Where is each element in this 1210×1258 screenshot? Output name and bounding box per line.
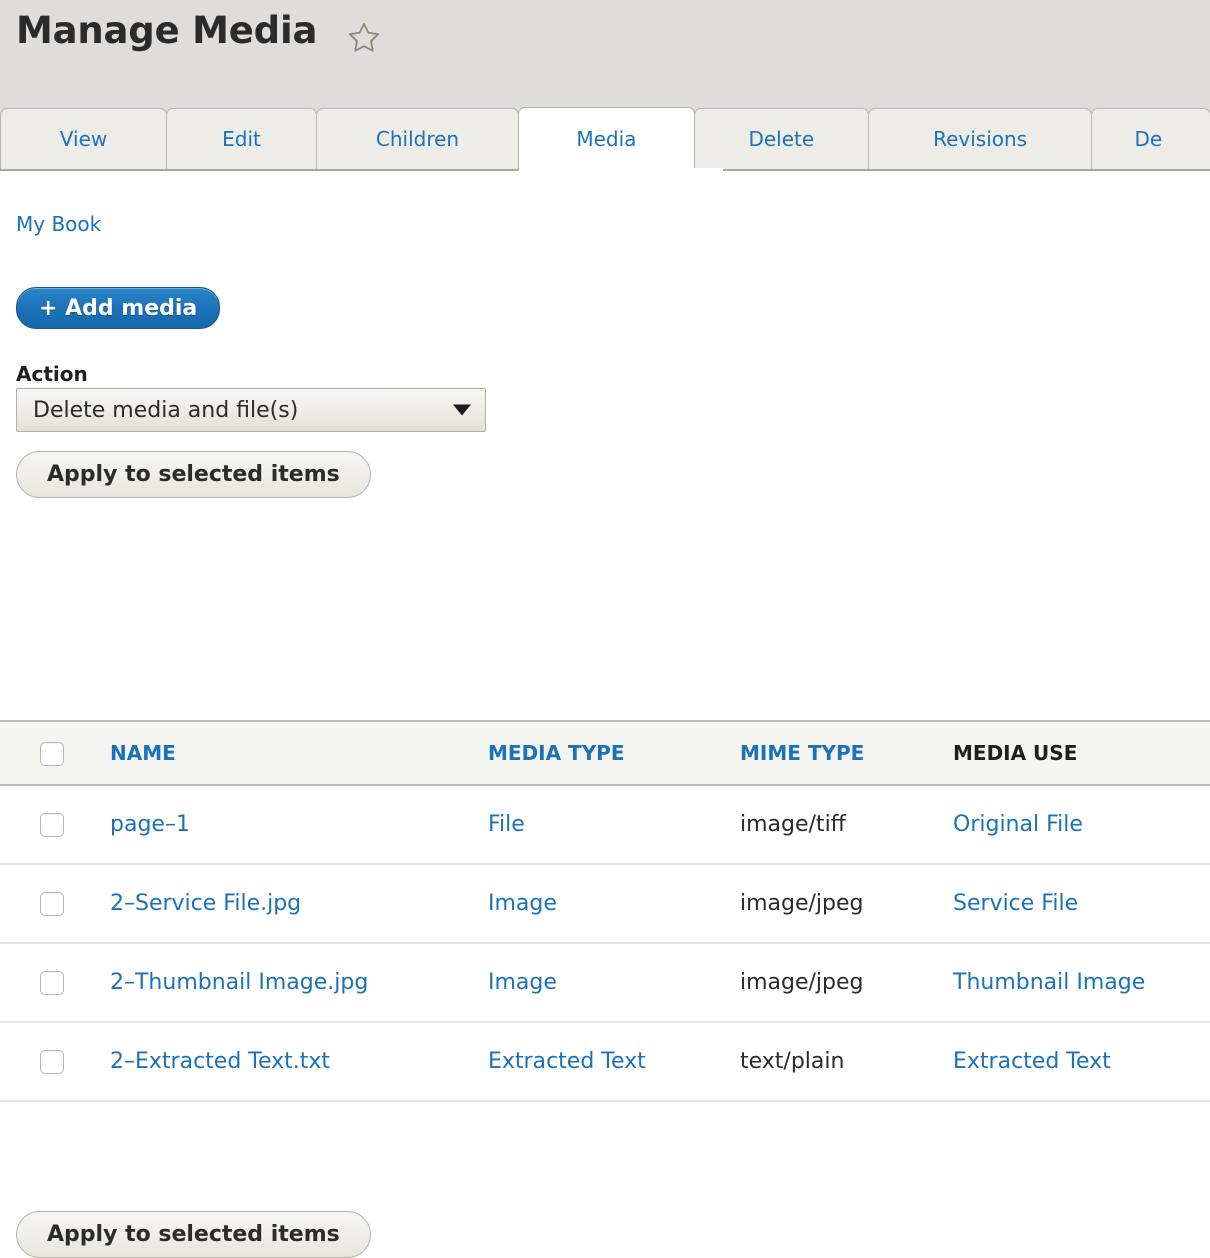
row-media-type-link[interactable]: Extracted Text [488, 1049, 646, 1074]
add-media-button[interactable]: + Add media [16, 287, 220, 329]
media-table-head: NAME MEDIA TYPE MIME TYPE MEDIA USE [0, 721, 1210, 785]
row-media-type-cell: Extracted Text [488, 1022, 740, 1101]
table-row: 2–Thumbnail Image.jpg Image image/jpeg T… [0, 943, 1210, 1022]
row-name-cell: page–1 [110, 785, 488, 864]
media-table-body: page–1 File image/tiff Original File 2–S… [0, 785, 1210, 1101]
row-mime-type-cell: text/plain [740, 1022, 953, 1101]
row-media-type-cell: Image [488, 943, 740, 1022]
star-outline-icon[interactable] [346, 20, 382, 56]
row-media-type-link[interactable]: Image [488, 891, 557, 916]
column-header-media-use: MEDIA USE [953, 721, 1210, 785]
row-name-cell: 2–Service File.jpg [110, 864, 488, 943]
row-mime-type-cell: image/jpeg [740, 943, 953, 1022]
media-table-header-row: NAME MEDIA TYPE MIME TYPE MEDIA USE [0, 721, 1210, 785]
tab-bar-active-gap [543, 168, 723, 172]
row-name-link[interactable]: 2–Thumbnail Image.jpg [110, 970, 368, 995]
row-mime-type-cell: image/jpeg [740, 864, 953, 943]
tab-children-label: Children [376, 127, 459, 151]
row-select-cell [0, 864, 110, 943]
tab-devel-label: De [1134, 127, 1162, 151]
tab-children[interactable]: Children [316, 108, 519, 170]
row-media-use-cell: Thumbnail Image [953, 943, 1210, 1022]
tab-devel[interactable]: De [1091, 108, 1210, 170]
row-name-cell: 2–Thumbnail Image.jpg [110, 943, 488, 1022]
tab-delete[interactable]: Delete [694, 108, 869, 170]
tab-media[interactable]: Media [518, 107, 695, 171]
table-row: 2–Extracted Text.txt Extracted Text text… [0, 1022, 1210, 1101]
row-checkbox[interactable] [40, 892, 64, 916]
breadcrumb-my-book[interactable]: My Book [16, 212, 101, 236]
tab-media-label: Media [576, 127, 636, 151]
row-media-use-link[interactable]: Original File [953, 812, 1083, 837]
row-mime-type-cell: image/tiff [740, 785, 953, 864]
page-header: Manage Media View Edit Children Media De… [0, 0, 1210, 170]
tab-view[interactable]: View [0, 108, 167, 170]
row-media-type-link[interactable]: Image [488, 970, 557, 995]
apply-to-selected-items-button-top[interactable]: Apply to selected items [16, 451, 371, 498]
row-media-use-link[interactable]: Service File [953, 891, 1078, 916]
row-select-cell [0, 1022, 110, 1101]
action-select-value: Delete media and file(s) [33, 398, 298, 423]
tab-view-label: View [60, 127, 107, 151]
row-name-link[interactable]: page–1 [110, 812, 190, 837]
column-header-media-type[interactable]: MEDIA TYPE [488, 721, 740, 785]
tab-revisions-label: Revisions [933, 127, 1027, 151]
tab-edit[interactable]: Edit [166, 108, 317, 170]
table-row: 2–Service File.jpg Image image/jpeg Serv… [0, 864, 1210, 943]
row-media-use-link[interactable]: Thumbnail Image [953, 970, 1145, 995]
tab-revisions[interactable]: Revisions [868, 108, 1093, 170]
row-media-type-link[interactable]: File [488, 812, 525, 837]
tab-bar: View Edit Children Media Delete Revision… [0, 108, 1210, 170]
media-table: NAME MEDIA TYPE MIME TYPE MEDIA USE page… [0, 720, 1210, 1102]
action-label: Action [16, 362, 88, 386]
tab-delete-label: Delete [748, 127, 814, 151]
row-media-use-cell: Service File [953, 864, 1210, 943]
chevron-down-icon [453, 405, 471, 416]
apply-to-selected-items-button-bottom[interactable]: Apply to selected items [16, 1211, 371, 1258]
row-select-cell [0, 943, 110, 1022]
row-name-cell: 2–Extracted Text.txt [110, 1022, 488, 1101]
column-header-name[interactable]: NAME [110, 721, 488, 785]
row-select-cell [0, 785, 110, 864]
tab-edit-label: Edit [222, 127, 261, 151]
row-name-link[interactable]: 2–Extracted Text.txt [110, 1049, 330, 1074]
row-checkbox[interactable] [40, 813, 64, 837]
row-name-link[interactable]: 2–Service File.jpg [110, 891, 301, 916]
row-checkbox[interactable] [40, 971, 64, 995]
column-header-mime-type[interactable]: MIME TYPE [740, 721, 953, 785]
page-title: Manage Media [16, 9, 317, 52]
select-all-checkbox[interactable] [40, 742, 64, 766]
row-media-type-cell: File [488, 785, 740, 864]
table-row: page–1 File image/tiff Original File [0, 785, 1210, 864]
row-checkbox[interactable] [40, 1050, 64, 1074]
row-media-use-cell: Original File [953, 785, 1210, 864]
action-select[interactable]: Delete media and file(s) [16, 388, 486, 432]
row-media-use-cell: Extracted Text [953, 1022, 1210, 1101]
select-all-header [0, 721, 110, 785]
row-media-type-cell: Image [488, 864, 740, 943]
row-media-use-link[interactable]: Extracted Text [953, 1049, 1111, 1074]
